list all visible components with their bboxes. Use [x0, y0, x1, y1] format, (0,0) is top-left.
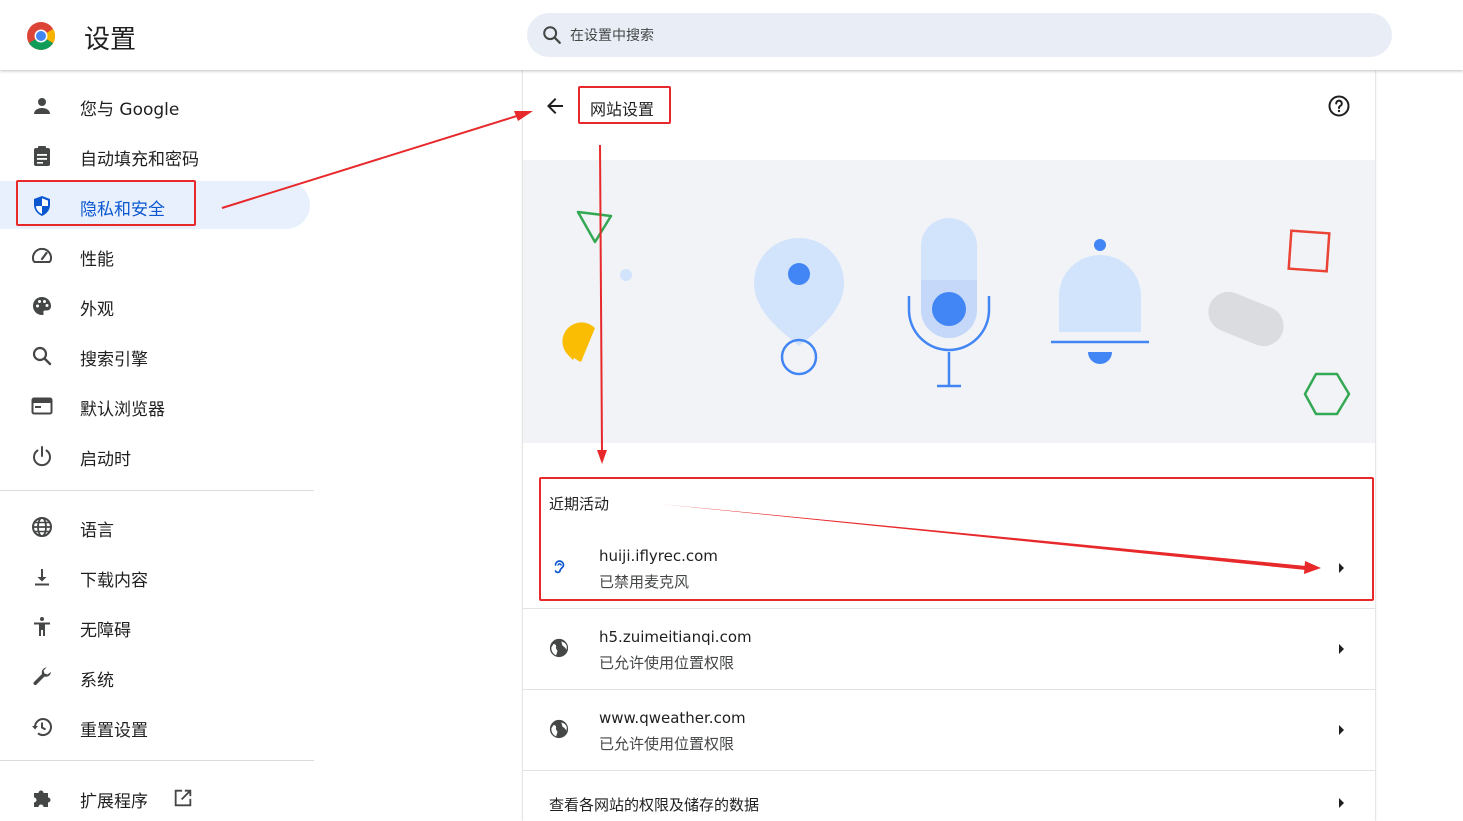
sidebar-item-label: 启动时	[80, 450, 131, 470]
sidebar-divider	[0, 760, 314, 761]
sidebar-item-label: 默认浏览器	[80, 400, 165, 420]
sidebar-item-extensions[interactable]: 扩展程序	[0, 773, 310, 821]
sidebar-item-appearance[interactable]: 外观	[0, 281, 310, 329]
sidebar-item-you-and-google[interactable]: 您与 Google	[0, 81, 310, 129]
puzzle-icon	[34, 790, 51, 807]
top-bar: 设置 在设置中搜索	[0, 0, 1463, 70]
history-icon	[32, 718, 52, 737]
sidebar-item-autofill[interactable]: 自动填充和密码	[0, 131, 310, 179]
sidebar-item-system[interactable]: 系统	[0, 652, 310, 700]
sidebar-item-label: 扩展程序	[80, 792, 148, 812]
open-in-new-icon	[174, 789, 192, 807]
site-name: h5.zuimeitianqi.com	[599, 628, 752, 646]
search-placeholder: 在设置中搜索	[570, 28, 654, 44]
chevron-right-icon	[1339, 798, 1344, 808]
sidebar-item-label: 重置设置	[80, 721, 148, 741]
sidebar-item-downloads[interactable]: 下载内容	[0, 552, 310, 600]
sidebar-item-label: 语言	[80, 521, 114, 541]
sidebar-item-label: 自动填充和密码	[80, 150, 199, 170]
search-icon	[543, 26, 561, 44]
all-sites-label: 查看各网站的权限及储存的数据	[549, 796, 760, 814]
globe-icon	[549, 719, 569, 739]
site-settings-illustration	[523, 160, 1375, 443]
chrome-logo-icon	[27, 22, 55, 50]
help-circle-icon[interactable]	[1327, 94, 1351, 118]
speedometer-icon	[32, 247, 52, 263]
sidebar-item-label: 外观	[80, 300, 114, 320]
sidebar-item-label: 性能	[80, 250, 114, 270]
power-icon	[33, 446, 51, 467]
sidebar-item-languages[interactable]: 语言	[0, 502, 310, 550]
sidebar-item-reset[interactable]: 重置设置	[0, 702, 310, 750]
annotation-box-privacy	[16, 180, 196, 226]
wrench-icon	[33, 667, 51, 686]
permissions-illustration	[562, 210, 1351, 416]
sidebar-item-search-engine[interactable]: 搜索引擎	[0, 331, 310, 379]
globe-icon	[32, 517, 52, 537]
app-title: 设置	[84, 25, 137, 55]
clipboard-icon	[34, 146, 50, 166]
settings-window: 设置 在设置中搜索 您与 Google 自动填充和密码 隐私和安全 性能 外观 …	[0, 0, 1463, 821]
sidebar-divider	[0, 490, 314, 491]
site-permission-status: 已允许使用位置权限	[599, 735, 735, 753]
arrow-back-icon[interactable]	[543, 94, 567, 118]
site-permission-status: 已允许使用位置权限	[599, 654, 735, 672]
sidebar-item-performance[interactable]: 性能	[0, 231, 310, 279]
site-name: www.qweather.com	[599, 709, 746, 727]
sidebar-item-label: 下载内容	[80, 571, 148, 591]
search-icon	[32, 346, 52, 366]
annotation-box-recent-activity	[539, 477, 1374, 601]
row-divider	[523, 770, 1375, 771]
sidebar-item-label: 系统	[80, 671, 114, 691]
sidebar-item-label: 无障碍	[80, 621, 131, 641]
site-settings-card: 网站设置 近期活动 huiji.iflyrec.com 已禁用麦克风 h5.zu…	[523, 70, 1375, 821]
all-sites-permissions-link[interactable]: 查看各网站的权限及储存的数据	[523, 772, 1375, 821]
chevron-right-icon	[1339, 644, 1344, 654]
sidebar-item-on-startup[interactable]: 启动时	[0, 431, 310, 479]
palette-icon	[33, 297, 51, 315]
sidebar-item-default-browser[interactable]: 默认浏览器	[0, 381, 310, 429]
site-row-zuimeitianqi[interactable]: h5.zuimeitianqi.com 已允许使用位置权限	[523, 608, 1375, 689]
chevron-right-icon	[1339, 725, 1344, 735]
sidebar-item-label: 您与 Google	[80, 100, 180, 120]
sidebar-item-label: 搜索引擎	[80, 350, 148, 370]
annotation-box-site-settings	[578, 86, 671, 124]
person-icon	[34, 98, 50, 114]
globe-icon	[549, 638, 569, 658]
download-icon	[35, 569, 49, 586]
sidebar-item-accessibility[interactable]: 无障碍	[0, 602, 310, 650]
browser-window-icon	[31, 397, 53, 415]
accessibility-icon	[34, 617, 50, 636]
settings-search-input[interactable]: 在设置中搜索	[527, 13, 1392, 57]
site-row-qweather[interactable]: www.qweather.com 已允许使用位置权限	[523, 689, 1375, 770]
